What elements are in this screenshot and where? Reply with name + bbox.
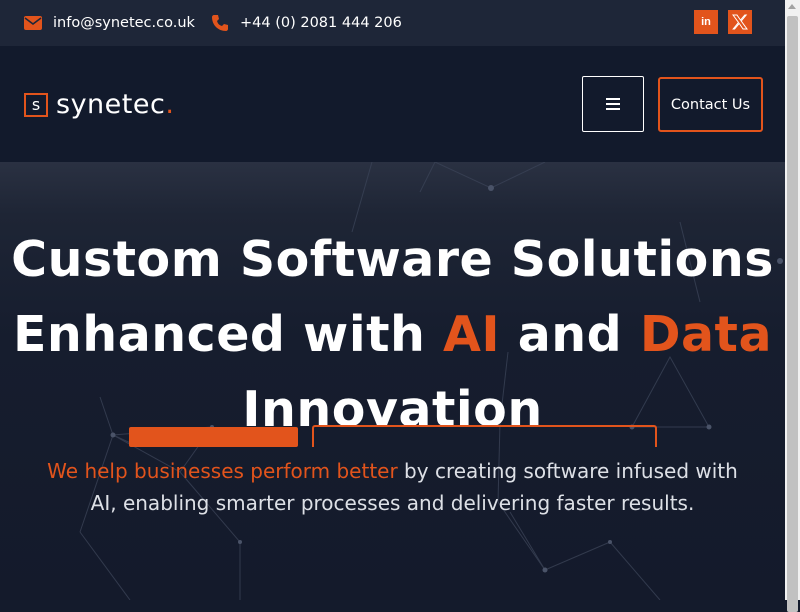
logo[interactable]: s synetec . — [24, 89, 174, 120]
logo-dot: . — [165, 89, 174, 120]
hero-section: Custom Software Solutions Enhanced with … — [0, 162, 785, 600]
headline-line-1: Custom Software Solutions — [11, 231, 774, 288]
hero-headline: Custom Software Solutions Enhanced with … — [0, 222, 785, 447]
primary-cta-button[interactable] — [129, 427, 298, 447]
phone-link[interactable]: +44 (0) 2081 444 206 — [211, 0, 402, 46]
top-bar: info@synetec.co.uk +44 (0) 2081 444 206 … — [0, 0, 785, 46]
phone-text: +44 (0) 2081 444 206 — [240, 15, 402, 31]
x-twitter-icon[interactable] — [728, 10, 752, 34]
headline-accent-ai: AI — [443, 306, 501, 363]
linkedin-icon[interactable]: in — [694, 10, 718, 34]
logo-mark: s — [24, 92, 48, 117]
page-scrollbar[interactable] — [785, 0, 800, 612]
headline-text: and — [500, 306, 640, 363]
phone-icon — [212, 15, 228, 31]
logo-text: synetec — [56, 88, 166, 120]
headline-text: Enhanced with — [12, 306, 443, 363]
envelope-icon — [24, 16, 42, 30]
logo-mark-letter: s — [31, 95, 41, 114]
hero-subtitle: We help businesses perform better by cre… — [40, 455, 745, 519]
hamburger-menu-icon — [606, 98, 620, 110]
headline-line-2: Enhanced with AI and Data — [0, 297, 785, 372]
menu-button[interactable] — [582, 76, 644, 132]
contact-us-button[interactable]: Contact Us — [658, 77, 763, 132]
email-text: info@synetec.co.uk — [53, 15, 195, 31]
secondary-cta-button[interactable] — [312, 425, 657, 447]
scroll-up-arrow-icon[interactable] — [788, 4, 796, 9]
subtitle-accent: We help businesses perform better — [47, 459, 398, 483]
email-link[interactable]: info@synetec.co.uk — [24, 0, 195, 46]
scroll-thumb[interactable] — [787, 16, 798, 612]
headline-accent-data: Data — [639, 306, 773, 363]
